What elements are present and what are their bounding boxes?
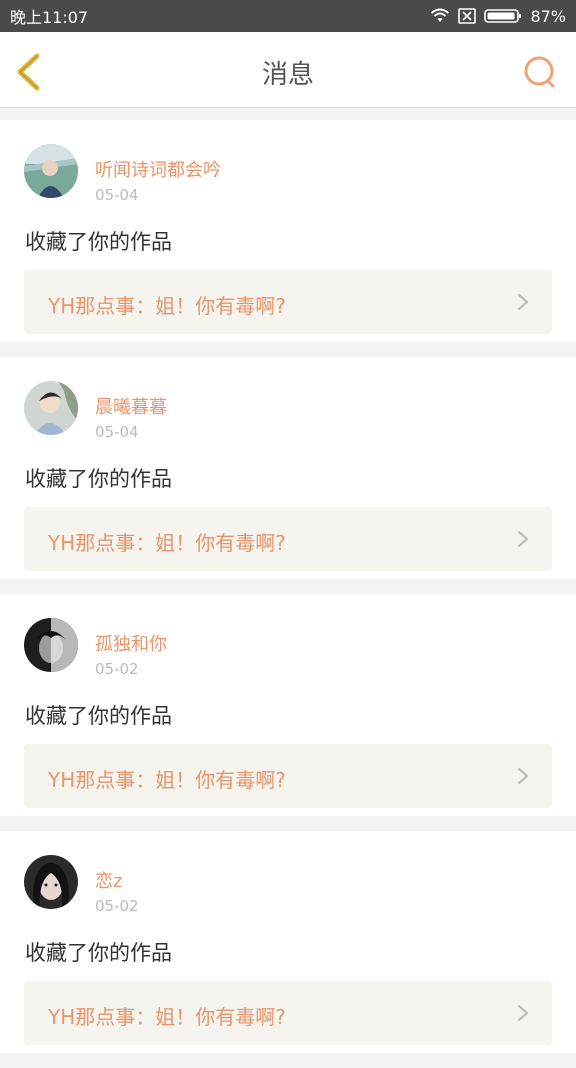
action-text: 收藏了你的作品 <box>25 467 172 491</box>
battery-percent: 87% <box>530 6 566 26</box>
search-icon <box>524 56 555 88</box>
message-card: 晨曦暮暮 05-04 收藏了你的作品 YH那点事：姐！你有毒啊? <box>0 357 576 579</box>
action-text: 收藏了你的作品 <box>25 941 172 965</box>
status-icons: 87% <box>430 7 566 26</box>
user-name[interactable]: 恋z <box>95 867 122 893</box>
message-card: 听闻诗词都会吟 05-04 收藏了你的作品 YH那点事：姐！你有毒啊? <box>0 120 576 342</box>
work-link[interactable]: YH那点事：姐！你有毒啊? <box>24 744 552 808</box>
work-title: YH那点事：姐！你有毒啊? <box>48 1005 286 1029</box>
work-link[interactable]: YH那点事：姐！你有毒啊? <box>24 507 552 571</box>
avatar[interactable] <box>24 855 78 909</box>
header: 消息 <box>0 32 576 108</box>
message-card: 孤独和你 05-02 收藏了你的作品 YH那点事：姐！你有毒啊? <box>0 594 576 816</box>
action-text: 收藏了你的作品 <box>25 704 172 728</box>
user-name[interactable]: 听闻诗词都会吟 <box>95 156 221 182</box>
work-title: YH那点事：姐！你有毒啊? <box>48 294 286 318</box>
work-link[interactable]: YH那点事：姐！你有毒啊? <box>24 270 552 334</box>
message-date: 05-04 <box>95 186 139 204</box>
status-time: 晚上11:07 <box>10 8 89 27</box>
message-date: 05-04 <box>95 423 139 441</box>
wifi-icon <box>430 8 450 24</box>
user-name[interactable]: 孤独和你 <box>95 630 167 656</box>
battery-icon <box>484 8 522 24</box>
work-link[interactable]: YH那点事：姐！你有毒啊? <box>24 981 552 1045</box>
no-sim-icon <box>458 8 477 24</box>
action-text: 收藏了你的作品 <box>25 230 172 254</box>
work-title: YH那点事：姐！你有毒啊? <box>48 768 286 792</box>
user-name[interactable]: 晨曦暮暮 <box>95 393 167 419</box>
avatar[interactable] <box>24 144 78 198</box>
avatar[interactable] <box>24 381 78 435</box>
message-card: 恋z 05-02 收藏了你的作品 YH那点事：姐！你有毒啊? <box>0 831 576 1053</box>
chevron-right-icon <box>517 767 529 785</box>
message-list: 听闻诗词都会吟 05-04 收藏了你的作品 YH那点事：姐！你有毒啊? 晨曦暮暮… <box>0 120 576 1068</box>
chevron-right-icon <box>517 530 529 548</box>
work-title: YH那点事：姐！你有毒啊? <box>48 531 286 555</box>
search-button[interactable] <box>522 54 558 90</box>
chevron-right-icon <box>517 1004 529 1022</box>
page-title: 消息 <box>261 60 314 90</box>
message-date: 05-02 <box>95 897 139 915</box>
message-date: 05-02 <box>95 660 139 678</box>
chevron-right-icon <box>517 293 529 311</box>
status-bar: 晚上11:07 87% <box>0 0 576 32</box>
avatar[interactable] <box>24 618 78 672</box>
